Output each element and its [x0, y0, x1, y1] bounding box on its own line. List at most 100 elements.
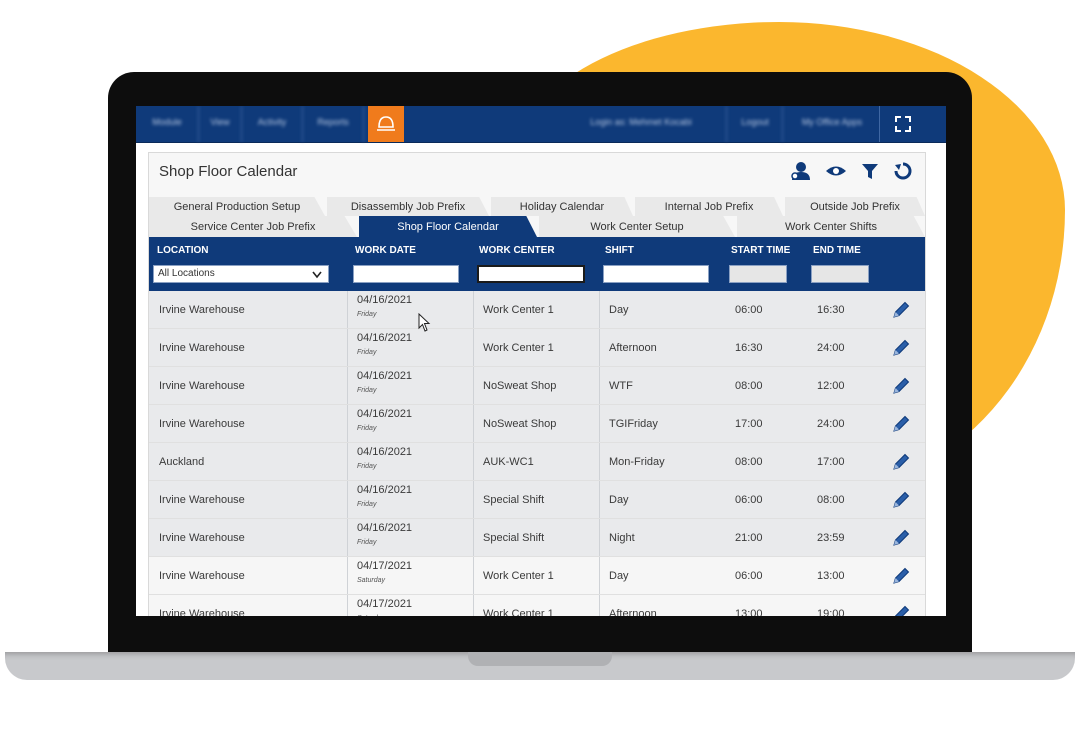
- shift-cell: Afternoon: [609, 607, 657, 617]
- pencil-icon[interactable]: [891, 452, 911, 472]
- eye-icon[interactable]: [825, 164, 847, 178]
- table-row[interactable]: Irvine Warehouse 04/16/2021 Friday Speci…: [149, 519, 925, 557]
- col-header-location[interactable]: LOCATION: [157, 245, 208, 256]
- work-center-cell: Work Center 1: [483, 303, 554, 316]
- panel-toolbar: [789, 161, 913, 181]
- nav-item-reports[interactable]: Reports: [303, 106, 364, 142]
- work-date-cell: 04/16/2021: [357, 484, 413, 496]
- nav-active-button[interactable]: [368, 106, 404, 142]
- work-center-cell: NoSweat Shop: [483, 417, 557, 430]
- column-divider: [599, 367, 600, 404]
- login-label: Login as: Mehmet Kocabi: [590, 117, 692, 127]
- tab-work-center-shifts[interactable]: Work Center Shifts: [737, 216, 925, 237]
- nav-item-activity[interactable]: Activity: [242, 106, 303, 142]
- table-row[interactable]: Irvine Warehouse 04/16/2021 Friday NoSwe…: [149, 367, 925, 405]
- start-time-filter[interactable]: [729, 265, 787, 283]
- col-header-work-center[interactable]: WORK CENTER: [479, 245, 555, 256]
- shift-cell: Day: [609, 569, 629, 582]
- work-center-cell: Work Center 1: [483, 341, 554, 354]
- column-divider: [473, 481, 474, 518]
- nav-item-module[interactable]: Module: [136, 106, 199, 142]
- column-divider: [599, 329, 600, 366]
- tab-internal-job-prefix[interactable]: Internal Job Prefix: [635, 197, 783, 216]
- location-select[interactable]: All Locations: [153, 265, 329, 283]
- tab-holiday-calendar[interactable]: Holiday Calendar: [491, 197, 633, 216]
- pencil-icon[interactable]: [891, 604, 911, 616]
- table-row[interactable]: Irvine Warehouse 04/16/2021 Friday Work …: [149, 291, 925, 329]
- col-header-shift[interactable]: SHIFT: [605, 245, 634, 256]
- filter-icon[interactable]: [861, 162, 879, 180]
- work-day-cell: Friday: [357, 463, 377, 470]
- tab-shop-floor-calendar[interactable]: Shop Floor Calendar: [359, 216, 537, 237]
- work-day-cell: Saturday: [357, 577, 386, 584]
- grid-header: LOCATION WORK DATE WORK CENTER SHIFT STA…: [149, 237, 925, 291]
- column-divider: [473, 519, 474, 556]
- work-center-cell: AUK-WC1: [483, 455, 534, 468]
- col-header-work-date[interactable]: WORK DATE: [355, 245, 416, 256]
- end-time-cell: 23:59: [817, 531, 845, 544]
- column-divider: [347, 481, 348, 518]
- shift-filter[interactable]: [603, 265, 709, 283]
- table-row[interactable]: Irvine Warehouse 04/17/2021 Saturday Wor…: [149, 595, 925, 616]
- shift-cell: Day: [609, 303, 629, 316]
- table-row[interactable]: Irvine Warehouse 04/16/2021 Friday Work …: [149, 329, 925, 367]
- start-time-cell: 21:00: [735, 531, 763, 544]
- pencil-icon[interactable]: [891, 566, 911, 586]
- expand-icon[interactable]: [879, 106, 926, 142]
- pencil-icon[interactable]: [891, 528, 911, 548]
- tab-general-production-setup[interactable]: General Production Setup: [149, 197, 325, 216]
- chevron-down-icon: [312, 271, 322, 279]
- column-divider: [473, 405, 474, 442]
- shift-cell: Night: [609, 531, 635, 544]
- column-divider: [473, 329, 474, 366]
- start-time-cell: 17:00: [735, 417, 763, 430]
- user-icon[interactable]: [789, 161, 811, 181]
- location-cell: Irvine Warehouse: [159, 607, 245, 617]
- page-title: Shop Floor Calendar: [159, 163, 298, 180]
- tab-service-center-job-prefix[interactable]: Service Center Job Prefix: [149, 216, 357, 237]
- pencil-icon[interactable]: [891, 414, 911, 434]
- col-header-start-time[interactable]: START TIME: [731, 245, 790, 256]
- work-center-cell: Special Shift: [483, 531, 545, 544]
- table-row[interactable]: Auckland 04/16/2021 Friday AUK-WC1 Mon-F…: [149, 443, 925, 481]
- office-apps-link[interactable]: My Office Apps: [782, 106, 881, 142]
- mouse-cursor-icon: [418, 313, 431, 332]
- tabs-row-1: General Production Setup Disassembly Job…: [149, 197, 925, 216]
- table-row[interactable]: Irvine Warehouse 04/16/2021 Friday NoSwe…: [149, 405, 925, 443]
- start-time-cell: 08:00: [735, 455, 763, 468]
- column-divider: [473, 291, 474, 328]
- tab-outside-job-prefix[interactable]: Outside Job Prefix: [785, 197, 925, 216]
- work-day-cell: Friday: [357, 387, 377, 394]
- work-date-cell: 04/16/2021: [357, 370, 413, 382]
- work-date-filter[interactable]: [353, 265, 459, 283]
- pencil-icon[interactable]: [891, 376, 911, 396]
- end-time-filter[interactable]: [811, 265, 869, 283]
- start-time-cell: 06:00: [735, 493, 763, 506]
- column-divider: [473, 557, 474, 594]
- shift-cell: Afternoon: [609, 341, 657, 354]
- column-divider: [347, 443, 348, 480]
- tab-work-center-setup[interactable]: Work Center Setup: [539, 216, 735, 237]
- column-divider: [599, 481, 600, 518]
- column-divider: [599, 405, 600, 442]
- shift-cell: Day: [609, 493, 629, 506]
- column-divider: [599, 291, 600, 328]
- table-row[interactable]: Irvine Warehouse 04/17/2021 Saturday Wor…: [149, 557, 925, 595]
- work-date-cell: 04/16/2021: [357, 408, 413, 420]
- pencil-icon[interactable]: [891, 300, 911, 320]
- start-time-cell: 08:00: [735, 379, 763, 392]
- work-center-cell: Special Shift: [483, 493, 545, 506]
- pencil-icon[interactable]: [891, 338, 911, 358]
- table-row[interactable]: Irvine Warehouse 04/16/2021 Friday Speci…: [149, 481, 925, 519]
- nav-item-view[interactable]: View: [199, 106, 242, 142]
- logout-link[interactable]: Logout: [726, 106, 783, 142]
- work-date-cell: 04/17/2021: [357, 560, 413, 572]
- location-cell: Irvine Warehouse: [159, 341, 245, 354]
- refresh-icon[interactable]: [893, 161, 913, 181]
- column-divider: [347, 557, 348, 594]
- work-date-cell: 04/16/2021: [357, 294, 413, 306]
- col-header-end-time[interactable]: END TIME: [813, 245, 861, 256]
- work-center-filter[interactable]: [477, 265, 585, 283]
- pencil-icon[interactable]: [891, 490, 911, 510]
- tab-disassembly-job-prefix[interactable]: Disassembly Job Prefix: [327, 197, 489, 216]
